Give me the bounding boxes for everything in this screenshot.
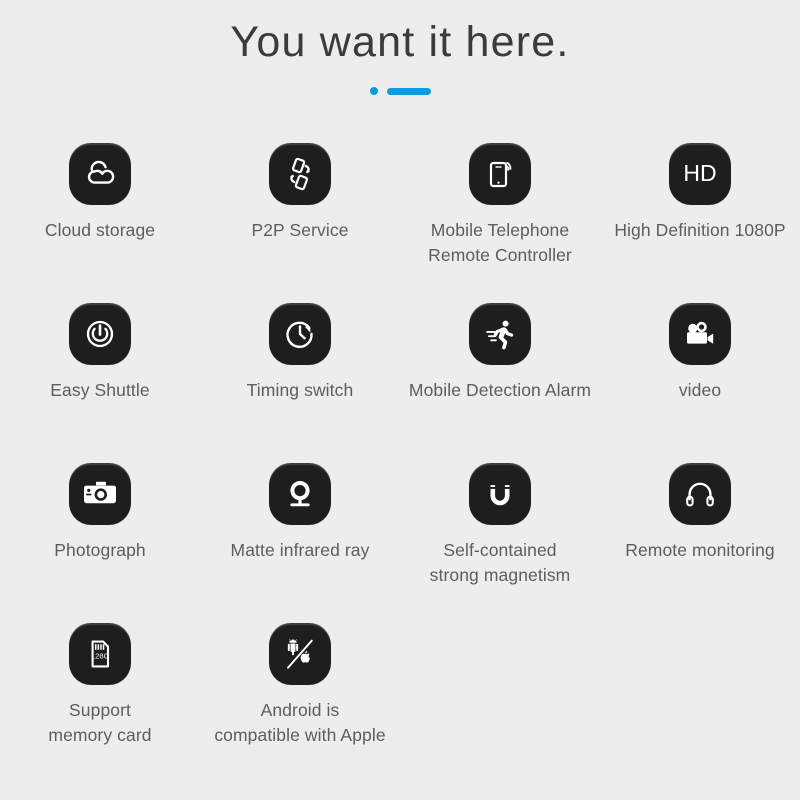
feature-item-strong-magnetism[interactable]: Self-contained strong magnetism bbox=[400, 454, 600, 614]
feature-item-remote-monitoring[interactable]: Remote monitoring bbox=[600, 454, 800, 614]
feature-label-line1: Support bbox=[69, 700, 131, 721]
magnet-icon bbox=[469, 463, 531, 526]
photo-camera-icon bbox=[69, 463, 131, 526]
memory-capacity-text: 128G bbox=[91, 652, 110, 661]
feature-item-memory-card[interactable]: 128G Support memory card bbox=[0, 614, 200, 774]
accent-bar-icon bbox=[386, 87, 431, 95]
feature-label: Support memory card bbox=[48, 698, 151, 746]
accent-divider bbox=[0, 86, 800, 96]
movie-camera-icon bbox=[669, 303, 731, 366]
feature-item-motion-detection-alarm[interactable]: Mobile Detection Alarm bbox=[400, 294, 600, 454]
feature-item-timing-switch[interactable]: Timing switch bbox=[200, 294, 400, 454]
feature-label: Easy Shuttle bbox=[50, 378, 149, 402]
feature-item-easy-shuttle[interactable]: Easy Shuttle bbox=[0, 294, 200, 454]
clock-arrow-icon bbox=[269, 303, 331, 366]
feature-item-p2p-service[interactable]: P2P Service bbox=[200, 134, 400, 294]
feature-item-matte-infrared-ray[interactable]: Matte infrared ray bbox=[200, 454, 400, 614]
memory-card-icon: 128G bbox=[69, 623, 131, 686]
android-apple-icon bbox=[269, 623, 331, 686]
headphones-icon bbox=[669, 463, 731, 526]
feature-label-line2: strong magnetism bbox=[429, 564, 571, 585]
features-grid: Cloud storage P2P Service Mobile Telepho… bbox=[0, 134, 800, 774]
feature-label: Matte infrared ray bbox=[231, 538, 370, 562]
feature-grid-page: You want it here. Cloud storage P2P Serv… bbox=[0, 0, 800, 800]
feature-label-line1: Matte infrared ray bbox=[230, 540, 370, 561]
feature-label-line2: memory card bbox=[48, 724, 152, 745]
feature-label-line1: Android is bbox=[260, 700, 340, 721]
feature-label-line1: Cloud storage bbox=[44, 220, 156, 241]
hd-text: HD bbox=[683, 160, 716, 186]
feature-label: video bbox=[679, 378, 721, 402]
p2p-phones-icon bbox=[269, 143, 331, 206]
feature-label-line1: Remote monitoring bbox=[625, 540, 775, 561]
feature-item-android-apple-compatible[interactable]: Android is compatible with Apple bbox=[200, 614, 400, 774]
feature-label: Mobile Telephone Remote Controller bbox=[428, 218, 572, 266]
feature-label-line1: High Definition 1080P bbox=[614, 220, 786, 241]
feature-label-line1: Mobile Telephone bbox=[430, 220, 570, 241]
cloud-icon bbox=[69, 143, 131, 206]
feature-item-mobile-remote-controller[interactable]: Mobile Telephone Remote Controller bbox=[400, 134, 600, 294]
power-button-icon bbox=[69, 303, 131, 366]
feature-item-photograph[interactable]: Photograph bbox=[0, 454, 200, 614]
feature-label-line1: P2P Service bbox=[251, 220, 349, 241]
feature-label-line1: Timing switch bbox=[246, 380, 354, 401]
feature-item-high-definition[interactable]: HD High Definition 1080P bbox=[600, 134, 800, 294]
feature-label: Self-contained strong magnetism bbox=[430, 538, 571, 586]
feature-label: Photograph bbox=[54, 538, 146, 562]
feature-label: Android is compatible with Apple bbox=[214, 698, 385, 746]
feature-label: High Definition 1080P bbox=[614, 218, 785, 242]
feature-label: Remote monitoring bbox=[625, 538, 775, 562]
hd-badge-icon: HD bbox=[669, 143, 731, 206]
feature-label-line1: video bbox=[678, 380, 722, 401]
page-title: You want it here. bbox=[230, 18, 570, 66]
webcam-icon bbox=[269, 463, 331, 526]
feature-label: Cloud storage bbox=[45, 218, 155, 242]
feature-label-line1: Self-contained bbox=[443, 540, 557, 561]
feature-label-line2: Remote Controller bbox=[428, 244, 572, 265]
feature-item-video[interactable]: video bbox=[600, 294, 800, 454]
feature-label: Timing switch bbox=[247, 378, 354, 402]
feature-label: P2P Service bbox=[251, 218, 348, 242]
feature-label: Mobile Detection Alarm bbox=[409, 378, 591, 402]
accent-dot-icon bbox=[369, 87, 378, 96]
feature-label-line1: Easy Shuttle bbox=[50, 380, 150, 401]
phone-wifi-icon bbox=[469, 143, 531, 206]
feature-label-line2: compatible with Apple bbox=[214, 724, 386, 745]
running-person-icon bbox=[469, 303, 531, 366]
page-header: You want it here. bbox=[0, 0, 800, 96]
feature-label-line1: Photograph bbox=[54, 540, 146, 561]
feature-item-cloud-storage[interactable]: Cloud storage bbox=[0, 134, 200, 294]
feature-label-line1: Mobile Detection Alarm bbox=[408, 380, 592, 401]
